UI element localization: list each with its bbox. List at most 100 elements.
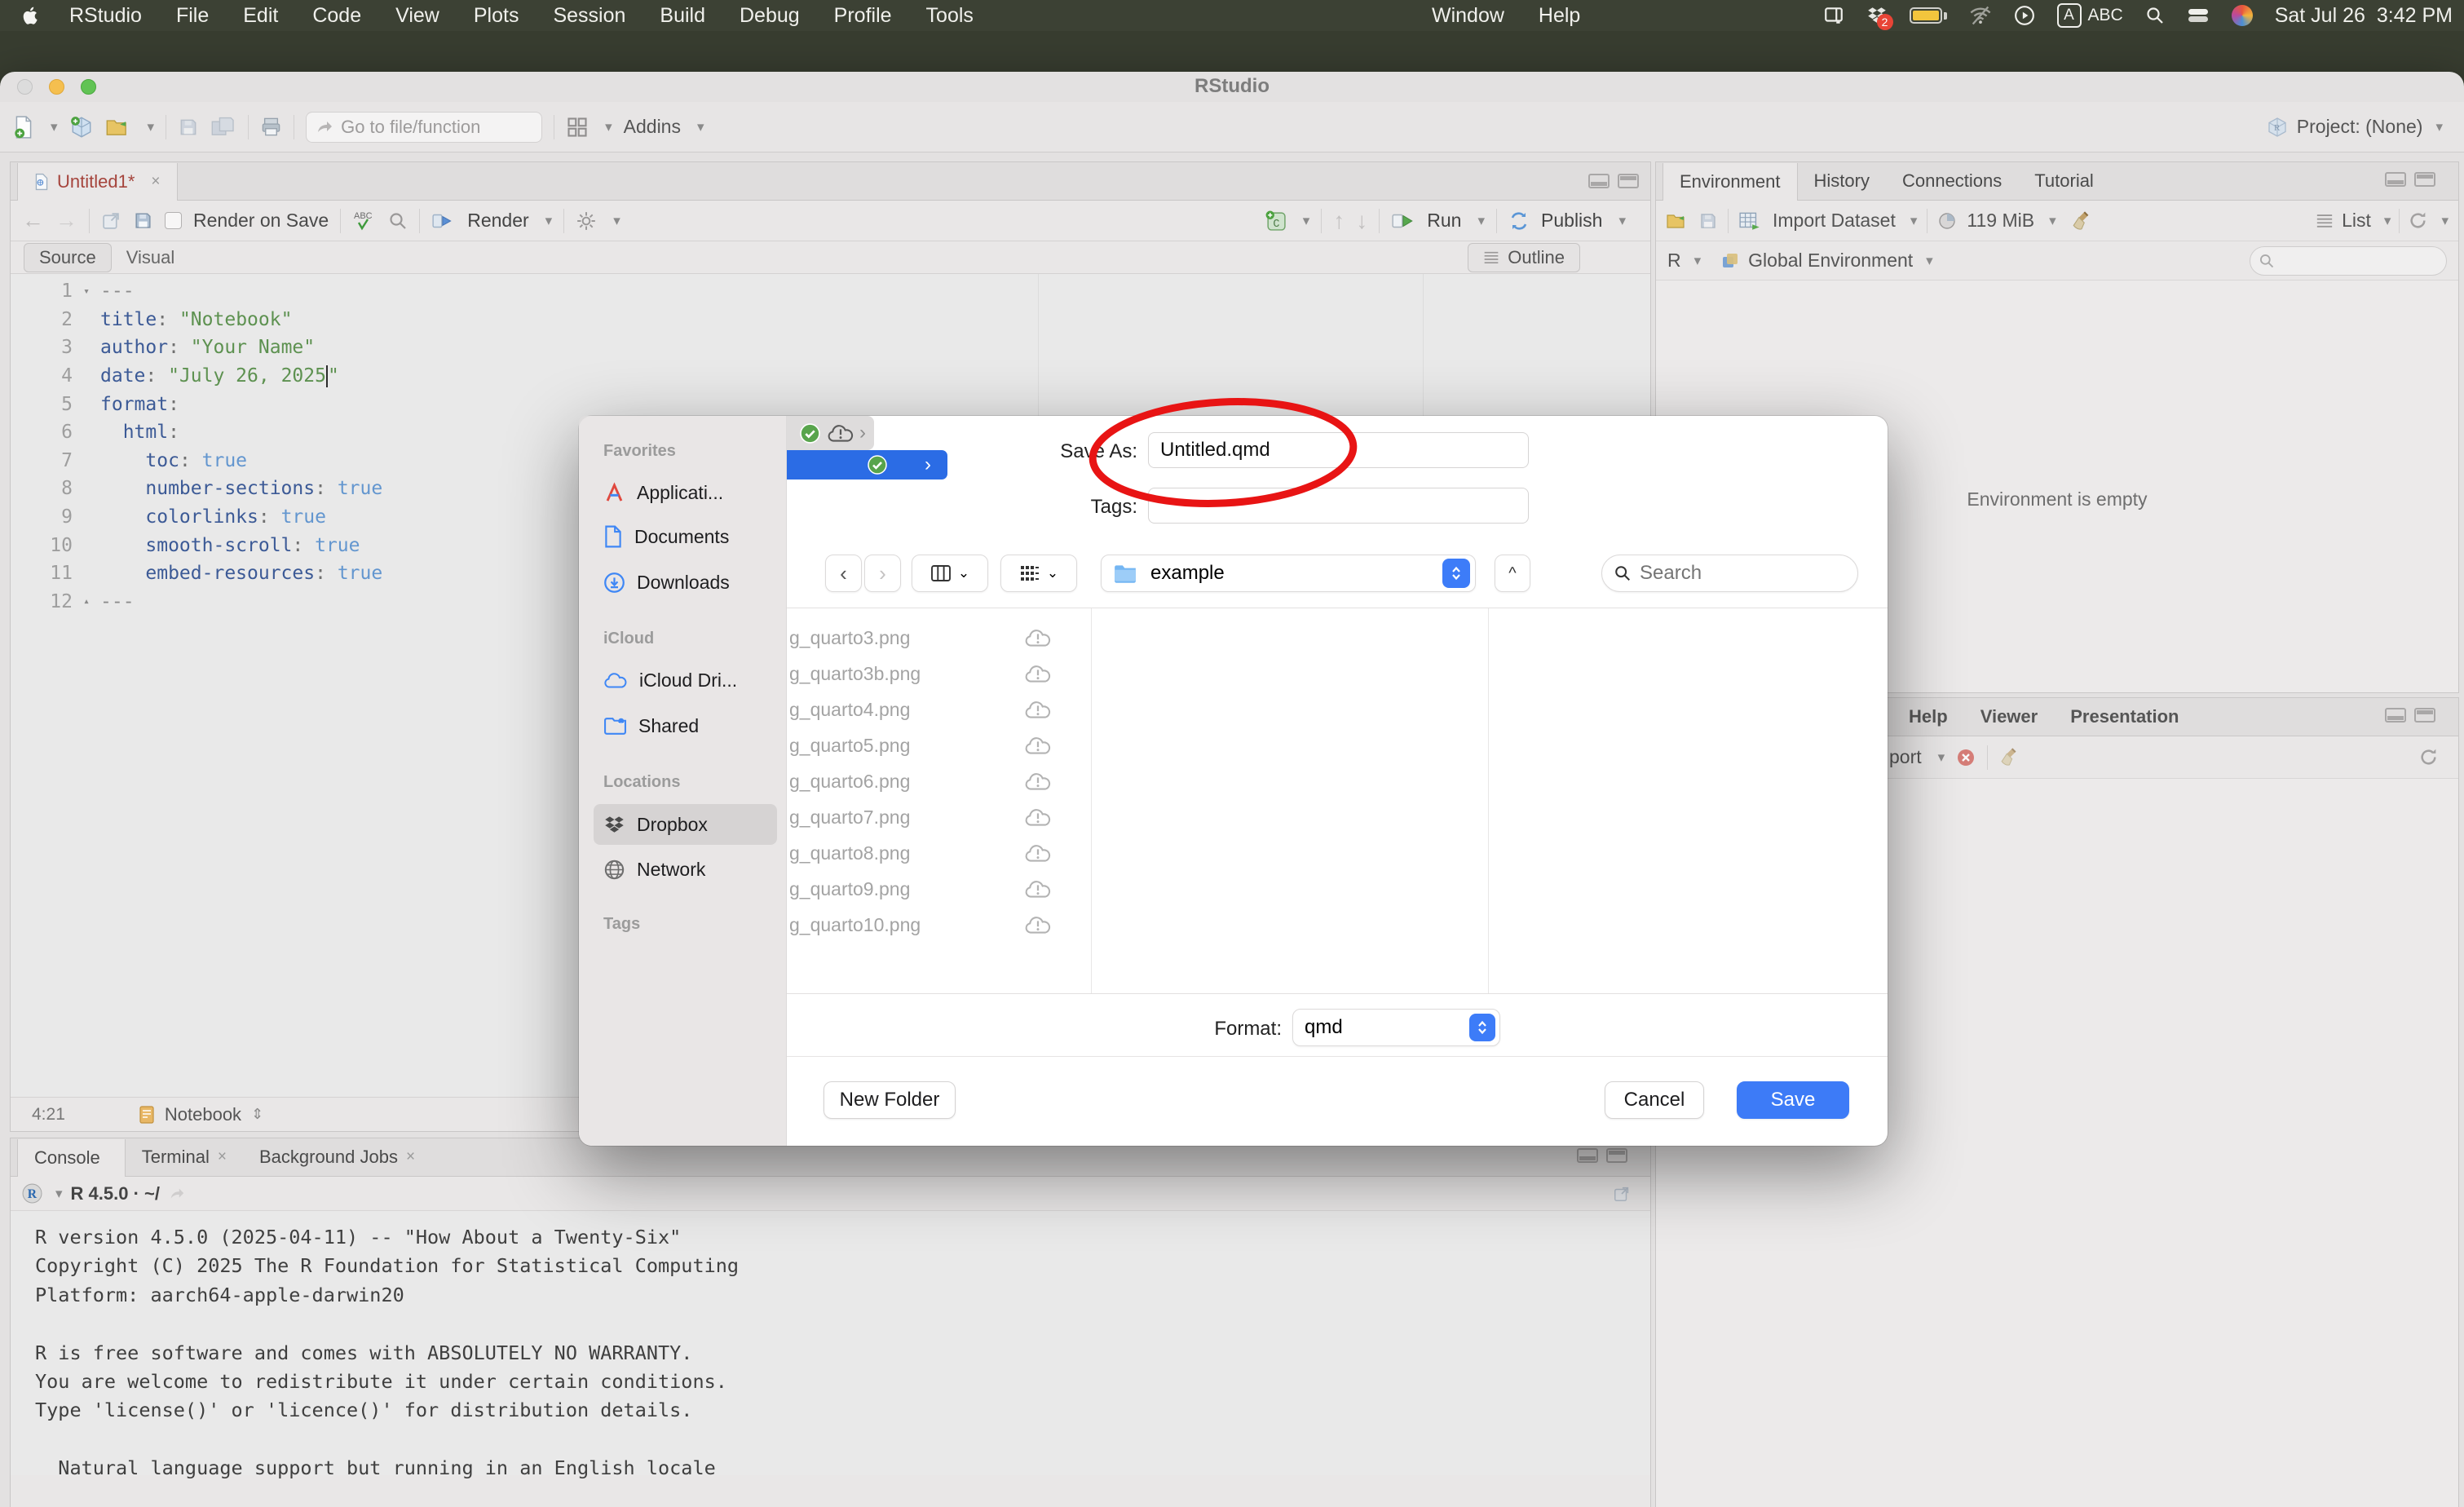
console-tab[interactable]: Background Jobs× — [243, 1138, 431, 1176]
minimize-pane-icon[interactable] — [1588, 174, 1610, 188]
save-doc-icon[interactable] — [133, 210, 153, 231]
popout-icon[interactable] — [101, 210, 121, 231]
close-tab-icon[interactable]: × — [151, 173, 160, 191]
pane-tab[interactable]: Connections — [1886, 162, 2018, 200]
r-version-dropdown[interactable]: ▾ — [55, 1186, 63, 1202]
print-button[interactable] — [260, 116, 282, 138]
project-selector[interactable]: Project: (None) — [2297, 116, 2423, 138]
clear-workspace-icon[interactable] — [2071, 210, 2092, 232]
pane-layout-button[interactable] — [566, 116, 589, 139]
load-workspace-icon[interactable] — [1666, 211, 1689, 231]
console-popout-icon[interactable] — [1613, 1185, 1631, 1203]
run-next-icon[interactable]: ↓ — [1356, 208, 1367, 234]
menu-item[interactable]: Session — [536, 4, 642, 28]
dialog-search-input[interactable] — [1640, 562, 1835, 585]
location-stepper-icon[interactable] — [1442, 559, 1470, 588]
control-center-icon[interactable] — [2187, 7, 2210, 24]
open-recent-dropdown[interactable]: ▾ — [148, 119, 155, 135]
project-dropdown[interactable]: ▾ — [2435, 119, 2443, 135]
menu-item[interactable]: Debug — [722, 4, 817, 28]
code-line[interactable]: 2title: "Notebook" — [11, 306, 1650, 334]
column-view-button[interactable]: ⌄ — [912, 555, 988, 592]
pane-tab[interactable]: Environment — [1663, 163, 1798, 201]
memory-dropdown[interactable]: ▾ — [2049, 213, 2056, 229]
save-all-button[interactable] — [210, 116, 236, 139]
battery-icon[interactable] — [1910, 7, 1947, 24]
menu-item[interactable]: Tools — [909, 4, 991, 28]
goto-directory-icon[interactable] — [168, 1185, 186, 1203]
tags-input[interactable] — [1148, 488, 1529, 524]
screen-record-icon[interactable] — [2014, 5, 2035, 26]
sidebar-item-network[interactable]: Network — [594, 851, 777, 887]
console-tab[interactable]: Terminal× — [126, 1138, 243, 1176]
input-source-switcher[interactable]: A ABC — [2057, 3, 2123, 28]
publish-button[interactable]: Publish — [1541, 210, 1602, 232]
export-dropdown[interactable]: ▾ — [1938, 749, 1945, 766]
code-line[interactable]: 4date: "July 26, 2025" — [11, 362, 1650, 391]
menu-item[interactable]: Window — [1415, 4, 1521, 28]
minimize-pane-icon[interactable] — [1577, 1148, 1598, 1163]
list-view-dropdown[interactable]: ▾ — [2384, 213, 2391, 229]
render-button[interactable]: Render — [467, 210, 528, 232]
new-project-button[interactable] — [69, 115, 94, 139]
new-folder-button[interactable]: New Folder — [824, 1081, 956, 1119]
maximize-pane-icon[interactable] — [1606, 1148, 1627, 1163]
app-status-icon[interactable] — [2232, 5, 2253, 26]
menu-item[interactable]: Plots — [457, 4, 537, 28]
code-line[interactable]: 5format: — [11, 390, 1650, 418]
new-file-button[interactable] — [13, 115, 34, 139]
cancel-button[interactable]: Cancel — [1605, 1081, 1704, 1119]
menu-item[interactable]: Edit — [226, 4, 295, 28]
save-button[interactable] — [178, 117, 199, 138]
publish-dropdown[interactable]: ▾ — [1618, 213, 1626, 229]
clear-plots-icon[interactable] — [1999, 747, 2020, 767]
back-button[interactable]: ‹ — [825, 555, 862, 592]
sidebar-item-downloads[interactable]: Downloads — [594, 564, 777, 600]
settings-gear-icon[interactable] — [576, 210, 597, 232]
sidebar-item-applications[interactable]: Applicati... — [594, 475, 777, 510]
import-dataset-dropdown[interactable]: ▾ — [1910, 213, 1918, 229]
render-on-save-checkbox[interactable] — [165, 212, 182, 229]
import-dataset-button[interactable]: Import Dataset — [1773, 210, 1896, 232]
back-icon[interactable]: ← — [22, 208, 44, 233]
remove-plot-icon[interactable] — [1956, 748, 1976, 767]
forward-icon[interactable]: → — [55, 208, 77, 233]
menu-item[interactable]: View — [378, 4, 457, 28]
location-selector[interactable]: example — [1101, 555, 1476, 592]
spellcheck-icon[interactable] — [352, 210, 377, 232]
source-mode-button[interactable]: Source — [24, 243, 112, 272]
tab-untitled1[interactable]: Untitled1* × — [17, 163, 178, 201]
doc-type-selector[interactable]: Notebook — [165, 1104, 241, 1125]
find-replace-icon[interactable] — [388, 211, 408, 231]
open-file-button[interactable] — [105, 116, 131, 139]
wifi-off-icon[interactable] — [1969, 4, 1992, 27]
pane-layout-dropdown[interactable]: ▾ — [605, 119, 612, 135]
dropbox-status-icon[interactable]: 2 — [1866, 5, 1888, 26]
run-button[interactable]: Run — [1427, 210, 1461, 232]
refresh-dropdown[interactable]: ▾ — [2441, 213, 2449, 229]
save-as-input[interactable] — [1148, 432, 1529, 468]
group-view-button[interactable]: ⌄ — [1000, 555, 1077, 592]
environment-search[interactable] — [2250, 246, 2447, 276]
addins-dropdown[interactable]: ▾ — [697, 119, 704, 135]
scope-dropdown[interactable]: ▾ — [1926, 253, 1933, 269]
memory-usage[interactable]: 119 MiB — [1967, 210, 2034, 232]
scope-selector[interactable]: Global Environment — [1748, 250, 1913, 272]
save-button[interactable]: Save — [1737, 1081, 1849, 1119]
pane-tab[interactable]: Viewer — [1964, 698, 2055, 736]
render-dropdown[interactable]: ▾ — [545, 213, 553, 229]
spotlight-icon[interactable] — [2145, 6, 2165, 25]
code-line[interactable]: 1▾--- — [11, 277, 1650, 306]
new-file-dropdown[interactable]: ▾ — [51, 119, 58, 135]
apple-menu-icon[interactable] — [0, 4, 52, 27]
visual-mode-button[interactable]: Visual — [112, 244, 190, 272]
list-view-selector[interactable]: List — [2342, 210, 2371, 232]
sidebar-item-dropbox[interactable]: Dropbox — [594, 804, 777, 845]
expand-button[interactable]: ^ — [1495, 555, 1530, 592]
format-stepper-icon[interactable] — [1469, 1014, 1495, 1041]
pane-tab[interactable]: Help — [1892, 698, 1964, 736]
export-button-clipped[interactable]: port — [1889, 746, 1922, 768]
forward-button[interactable]: › — [864, 555, 901, 592]
console-tab[interactable]: Console — [17, 1139, 126, 1177]
maximize-pane-icon[interactable] — [1618, 174, 1639, 188]
